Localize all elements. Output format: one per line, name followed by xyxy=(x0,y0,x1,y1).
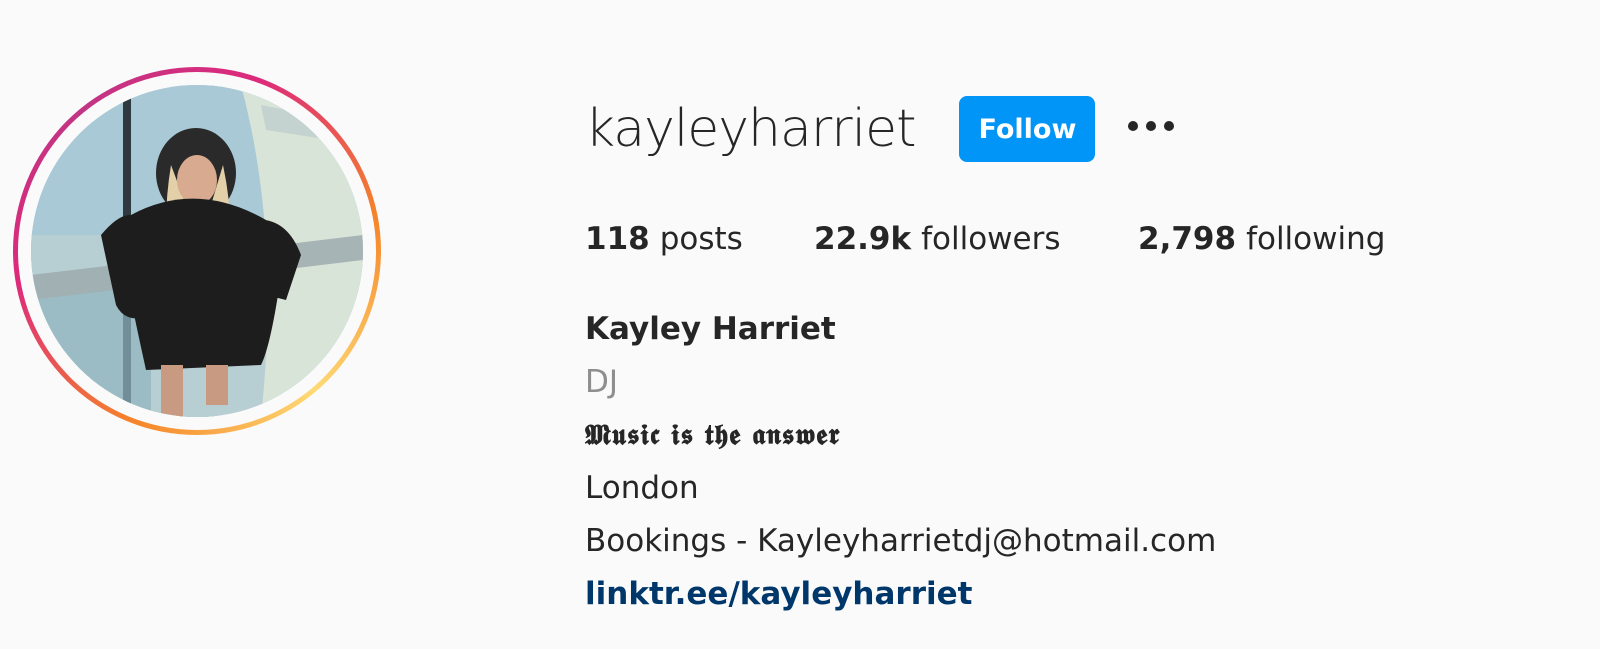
followers-count: 22.9k xyxy=(814,221,912,257)
followers-stat[interactable]: 22.9k followers xyxy=(814,218,1138,260)
avatar-gap xyxy=(18,72,376,430)
posts-count: 118 xyxy=(585,221,650,257)
bio-tagline: 𝕸𝖚𝖘𝖎𝖈 𝖎𝖘 𝖙𝖍𝖊 𝖆𝖓𝖘𝖜𝖊𝖗 xyxy=(585,418,841,451)
bio-contact: Bookings - Kayleyharrietdj@hotmail.com xyxy=(585,523,1217,559)
posts-stat: 118 posts xyxy=(585,218,814,260)
following-label: following xyxy=(1246,221,1386,257)
more-options-button[interactable] xyxy=(1125,106,1177,146)
profile-stats: 118 posts 22.9k followers 2,798 followin… xyxy=(585,218,1385,260)
username: kayleyharriet xyxy=(585,99,916,159)
more-horizontal-icon xyxy=(1128,121,1175,131)
full-name: Kayley Harriet xyxy=(585,311,836,347)
bio-location: London xyxy=(585,470,699,506)
profile-title-row: kayleyharriet Follow xyxy=(585,95,1177,163)
follow-button[interactable]: Follow xyxy=(959,96,1096,162)
profile-header: kayleyharriet Follow 118 posts 22.9k fol… xyxy=(0,0,1600,649)
following-count: 2,798 xyxy=(1138,221,1237,257)
followers-label: followers xyxy=(921,221,1061,257)
avatar[interactable] xyxy=(31,85,363,417)
avatar-photo xyxy=(31,85,363,417)
following-stat[interactable]: 2,798 following xyxy=(1138,218,1385,260)
story-ring[interactable] xyxy=(13,67,381,435)
bio-external-link[interactable]: linktr.ee/kayleyharriet xyxy=(585,576,972,612)
posts-label: posts xyxy=(659,221,743,257)
category-label: DJ xyxy=(585,364,619,400)
profile-bio: Kayley Harriet DJ 𝕸𝖚𝖘𝖎𝖈 𝖎𝖘 𝖙𝖍𝖊 𝖆𝖓𝖘𝖜𝖊𝖗 Lo… xyxy=(585,307,1216,625)
